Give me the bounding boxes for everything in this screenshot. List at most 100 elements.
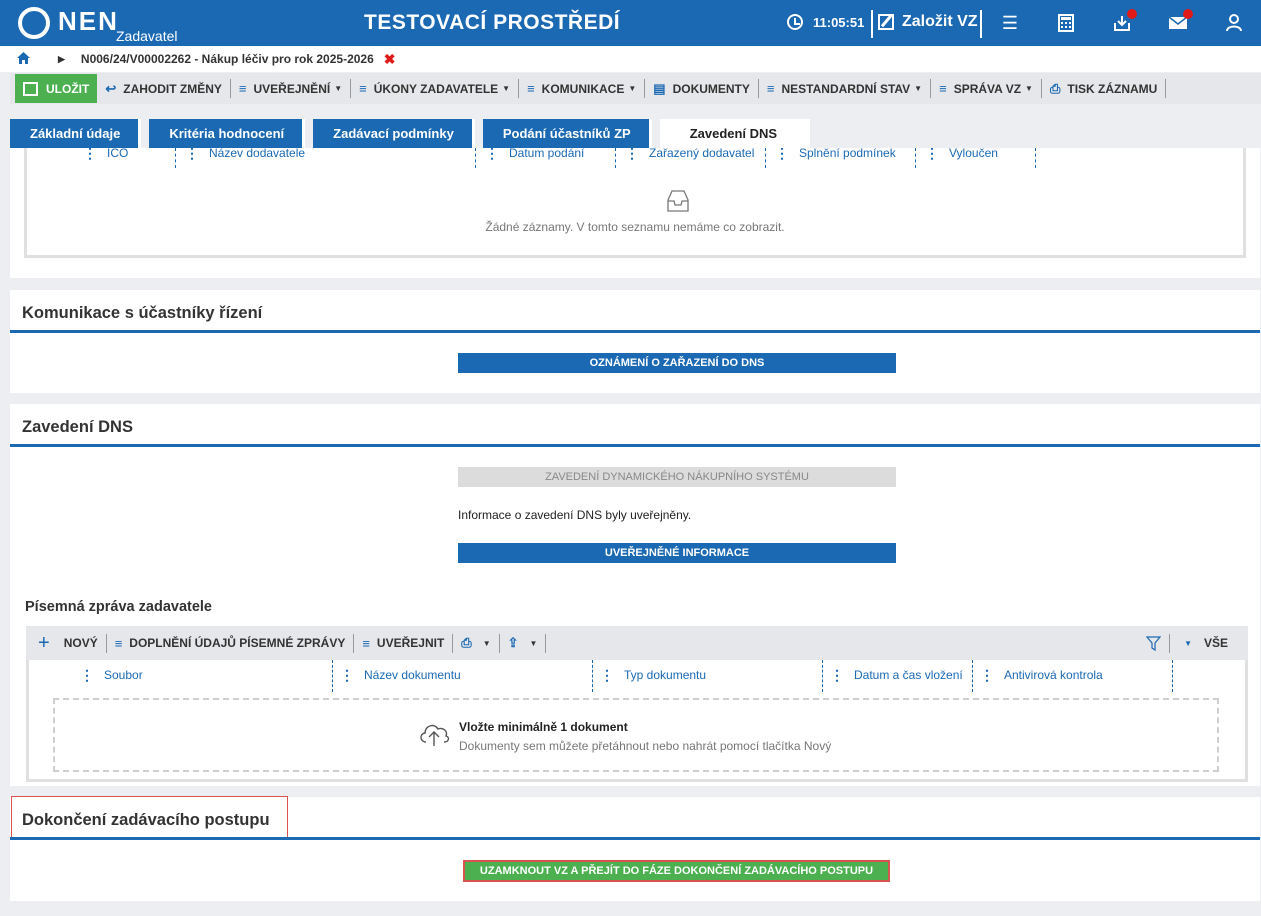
create-vz-button[interactable]: Založit VZ xyxy=(878,13,978,31)
share-icon: ⇪ xyxy=(507,635,519,650)
logo-subtitle: Zadavatel xyxy=(116,28,178,44)
printer-icon: ⎙ xyxy=(461,635,472,650)
column-divider xyxy=(175,148,176,168)
fill-label: DOPLNĚNÍ ÚDAJŮ PÍSEMNÉ ZPRÁVY xyxy=(129,636,346,650)
save-button[interactable]: ULOŽIT xyxy=(15,74,98,103)
fill-report-data-button[interactable]: ≡ DOPLNĚNÍ ÚDAJŮ PÍSEMNÉ ZPRÁVY xyxy=(107,628,354,659)
column-divider xyxy=(915,148,916,168)
nen-logo[interactable]: NEN Zadavatel xyxy=(18,6,177,44)
tab-basic-info[interactable]: Základní údaje xyxy=(10,119,142,148)
caret-down-icon: ▼ xyxy=(482,638,491,648)
user-icon[interactable] xyxy=(1223,12,1245,34)
column-header[interactable]: ⋮ Soubor xyxy=(80,668,143,683)
inbox-download-icon[interactable] xyxy=(1111,9,1137,34)
column-label: Název dodavatele xyxy=(209,148,306,160)
manage-vz-menu[interactable]: ≡ SPRÁVA VZ ▼ xyxy=(931,73,1041,104)
floppy-icon xyxy=(23,81,38,96)
list-icon: ≡ xyxy=(766,81,775,96)
column-label: Vyloučen xyxy=(949,148,998,160)
column-header[interactable]: ⋮ Název dodavatele xyxy=(185,148,305,160)
mail-icon[interactable] xyxy=(1167,9,1193,34)
print-menu[interactable]: ⎙ ▼ xyxy=(453,628,498,659)
column-label: IČO xyxy=(107,148,129,160)
report-toolbar: + NOVÝ ≡ DOPLNĚNÍ ÚDAJŮ PÍSEMNÉ ZPRÁVY ≡… xyxy=(26,626,1248,660)
calculator-icon[interactable] xyxy=(1055,12,1077,34)
manage-label: SPRÁVA VZ xyxy=(953,81,1022,96)
discard-label: ZAHODIT ZMĚNY xyxy=(123,81,222,96)
column-header[interactable]: ⋮ IČO xyxy=(83,148,128,160)
column-label: Antivirová kontrola xyxy=(1004,668,1103,682)
publish-label: UVEŘEJNIT xyxy=(376,636,445,650)
column-header[interactable]: ⋮ Splnění podmínek xyxy=(775,148,896,160)
notification-dot xyxy=(1127,9,1137,19)
published-information-button[interactable]: UVEŘEJNĚNÉ INFORMACE xyxy=(458,543,896,563)
list-icon: ≡ xyxy=(939,81,947,96)
list-icon: ≡ xyxy=(527,81,535,96)
list-icon: ≡ xyxy=(114,635,123,651)
tab-dns-introduction[interactable]: Zavedení DNS xyxy=(659,119,811,148)
caret-down-icon: ▼ xyxy=(334,84,343,93)
column-divider xyxy=(615,148,616,168)
filter-button[interactable] xyxy=(1138,628,1169,659)
clock-time: 11:05:51 xyxy=(813,14,865,30)
nonstandard-state-menu[interactable]: ≡ NESTANDARDNÍ STAV ▼ xyxy=(759,73,930,104)
publish-report-button[interactable]: ≡ UVEŘEJNIT xyxy=(354,628,452,659)
empty-state-text: Žádné záznamy. V tomto seznamu nemáme co… xyxy=(485,220,785,234)
discard-changes-button[interactable]: ↩ ZAHODIT ZMĚNY xyxy=(97,73,230,104)
new-label: NOVÝ xyxy=(63,636,98,650)
breadcrumb-path[interactable]: N006/24/V00002262 - Nákup léčiv pro rok … xyxy=(81,52,374,66)
home-icon[interactable] xyxy=(17,51,30,67)
print-record-button[interactable]: ⎙ TISK ZÁZNAMU xyxy=(1042,73,1165,104)
tab-evaluation-criteria[interactable]: Kritéria hodnocení xyxy=(149,119,306,148)
undo-icon: ↩ xyxy=(105,80,117,96)
session-clock: 11:05:51 xyxy=(787,14,864,30)
table-header: ⋮ IČO ⋮ Název dodavatele ⋮ Datum podání ⋮ Za… xyxy=(27,148,1243,168)
notification-dot xyxy=(1183,9,1193,19)
communication-menu[interactable]: ≡ KOMUNIKACE ▼ xyxy=(519,73,644,104)
close-icon[interactable]: ✖ xyxy=(384,51,396,68)
section-underline xyxy=(10,444,1260,447)
column-header[interactable]: ⋮ Datum a čas vložení xyxy=(830,668,963,683)
column-label: Splnění podmínek xyxy=(799,148,896,160)
chevron-right-icon: ▶ xyxy=(58,53,65,64)
file-drop-zone[interactable]: Vložte minimálně 1 dokument Dokumenty se… xyxy=(53,698,1219,772)
column-header[interactable]: ⋮ Datum podání xyxy=(485,148,584,160)
new-document-button[interactable]: + NOVÝ xyxy=(26,628,106,659)
column-label: Soubor xyxy=(104,668,143,682)
caret-down-icon: ▼ xyxy=(529,638,538,648)
divider xyxy=(980,10,982,38)
contracting-acts-menu[interactable]: ≡ ÚKONY ZADAVATELE ▼ xyxy=(351,73,518,104)
column-divider xyxy=(1172,660,1173,692)
menu-icon[interactable]: ☰ xyxy=(999,12,1021,34)
column-header[interactable]: ⋮ Název dokumentu xyxy=(340,668,461,683)
documents-button[interactable]: ▤ DOKUMENTY xyxy=(645,73,758,104)
documents-label: DOKUMENTY xyxy=(672,81,750,96)
column-header[interactable]: ⋮ Antivirová kontrola xyxy=(980,668,1103,683)
publication-menu[interactable]: ≡ UVEŘEJNĚNÍ ▼ xyxy=(231,73,350,104)
completion-section: Dokončení zadávacího postupu UZAMKNOUT V… xyxy=(10,796,1260,901)
tab-participant-submissions[interactable]: Podání účastníků ZP xyxy=(482,119,652,148)
view-all-dropdown[interactable]: ▼ VŠE xyxy=(1170,628,1248,659)
tab-tender-conditions[interactable]: Zadávací podmínky xyxy=(313,119,475,148)
applicants-table: ⋮ IČO ⋮ Název dodavatele ⋮ Datum podání ⋮ Za… xyxy=(24,148,1246,258)
section-title: Dokončení zadávacího postupu xyxy=(22,811,270,829)
environment-title: TESTOVACÍ PROSTŘEDÍ xyxy=(364,11,621,34)
column-divider xyxy=(765,148,766,168)
lock-and-complete-button[interactable]: UZAMKNOUT VZ A PŘEJÍT DO FÁZE DOKONČENÍ … xyxy=(463,860,890,882)
edit-icon xyxy=(878,14,894,30)
communication-section: Komunikace s účastníky řízení OZNÁMENÍ O… xyxy=(10,290,1260,393)
dns-inclusion-notice-button[interactable]: OZNÁMENÍ O ZAŘAZENÍ DO DNS xyxy=(458,353,896,373)
export-menu[interactable]: ⇪ ▼ xyxy=(500,628,546,659)
tab-bar: Základní údaje Kritéria hodnocení Zadáva… xyxy=(10,119,818,148)
column-divider xyxy=(332,660,333,692)
column-divider xyxy=(475,148,476,168)
column-header[interactable]: ⋮ Zařazený dodavatel xyxy=(625,148,754,160)
clock-icon xyxy=(787,14,803,30)
column-header[interactable]: ⋮ Vyloučen xyxy=(925,148,998,160)
save-label: ULOŽIT xyxy=(46,81,90,96)
publication-label: UVEŘEJNĚNÍ xyxy=(253,81,331,96)
communication-label: KOMUNIKACE xyxy=(541,81,625,96)
column-header[interactable]: ⋮ Typ dokumentu xyxy=(600,668,706,683)
caret-down-icon: ▼ xyxy=(1025,84,1033,93)
introduce-dns-button[interactable]: ZAVEDENÍ DYNAMICKÉHO NÁKUPNÍHO SYSTÉMU xyxy=(458,467,896,487)
